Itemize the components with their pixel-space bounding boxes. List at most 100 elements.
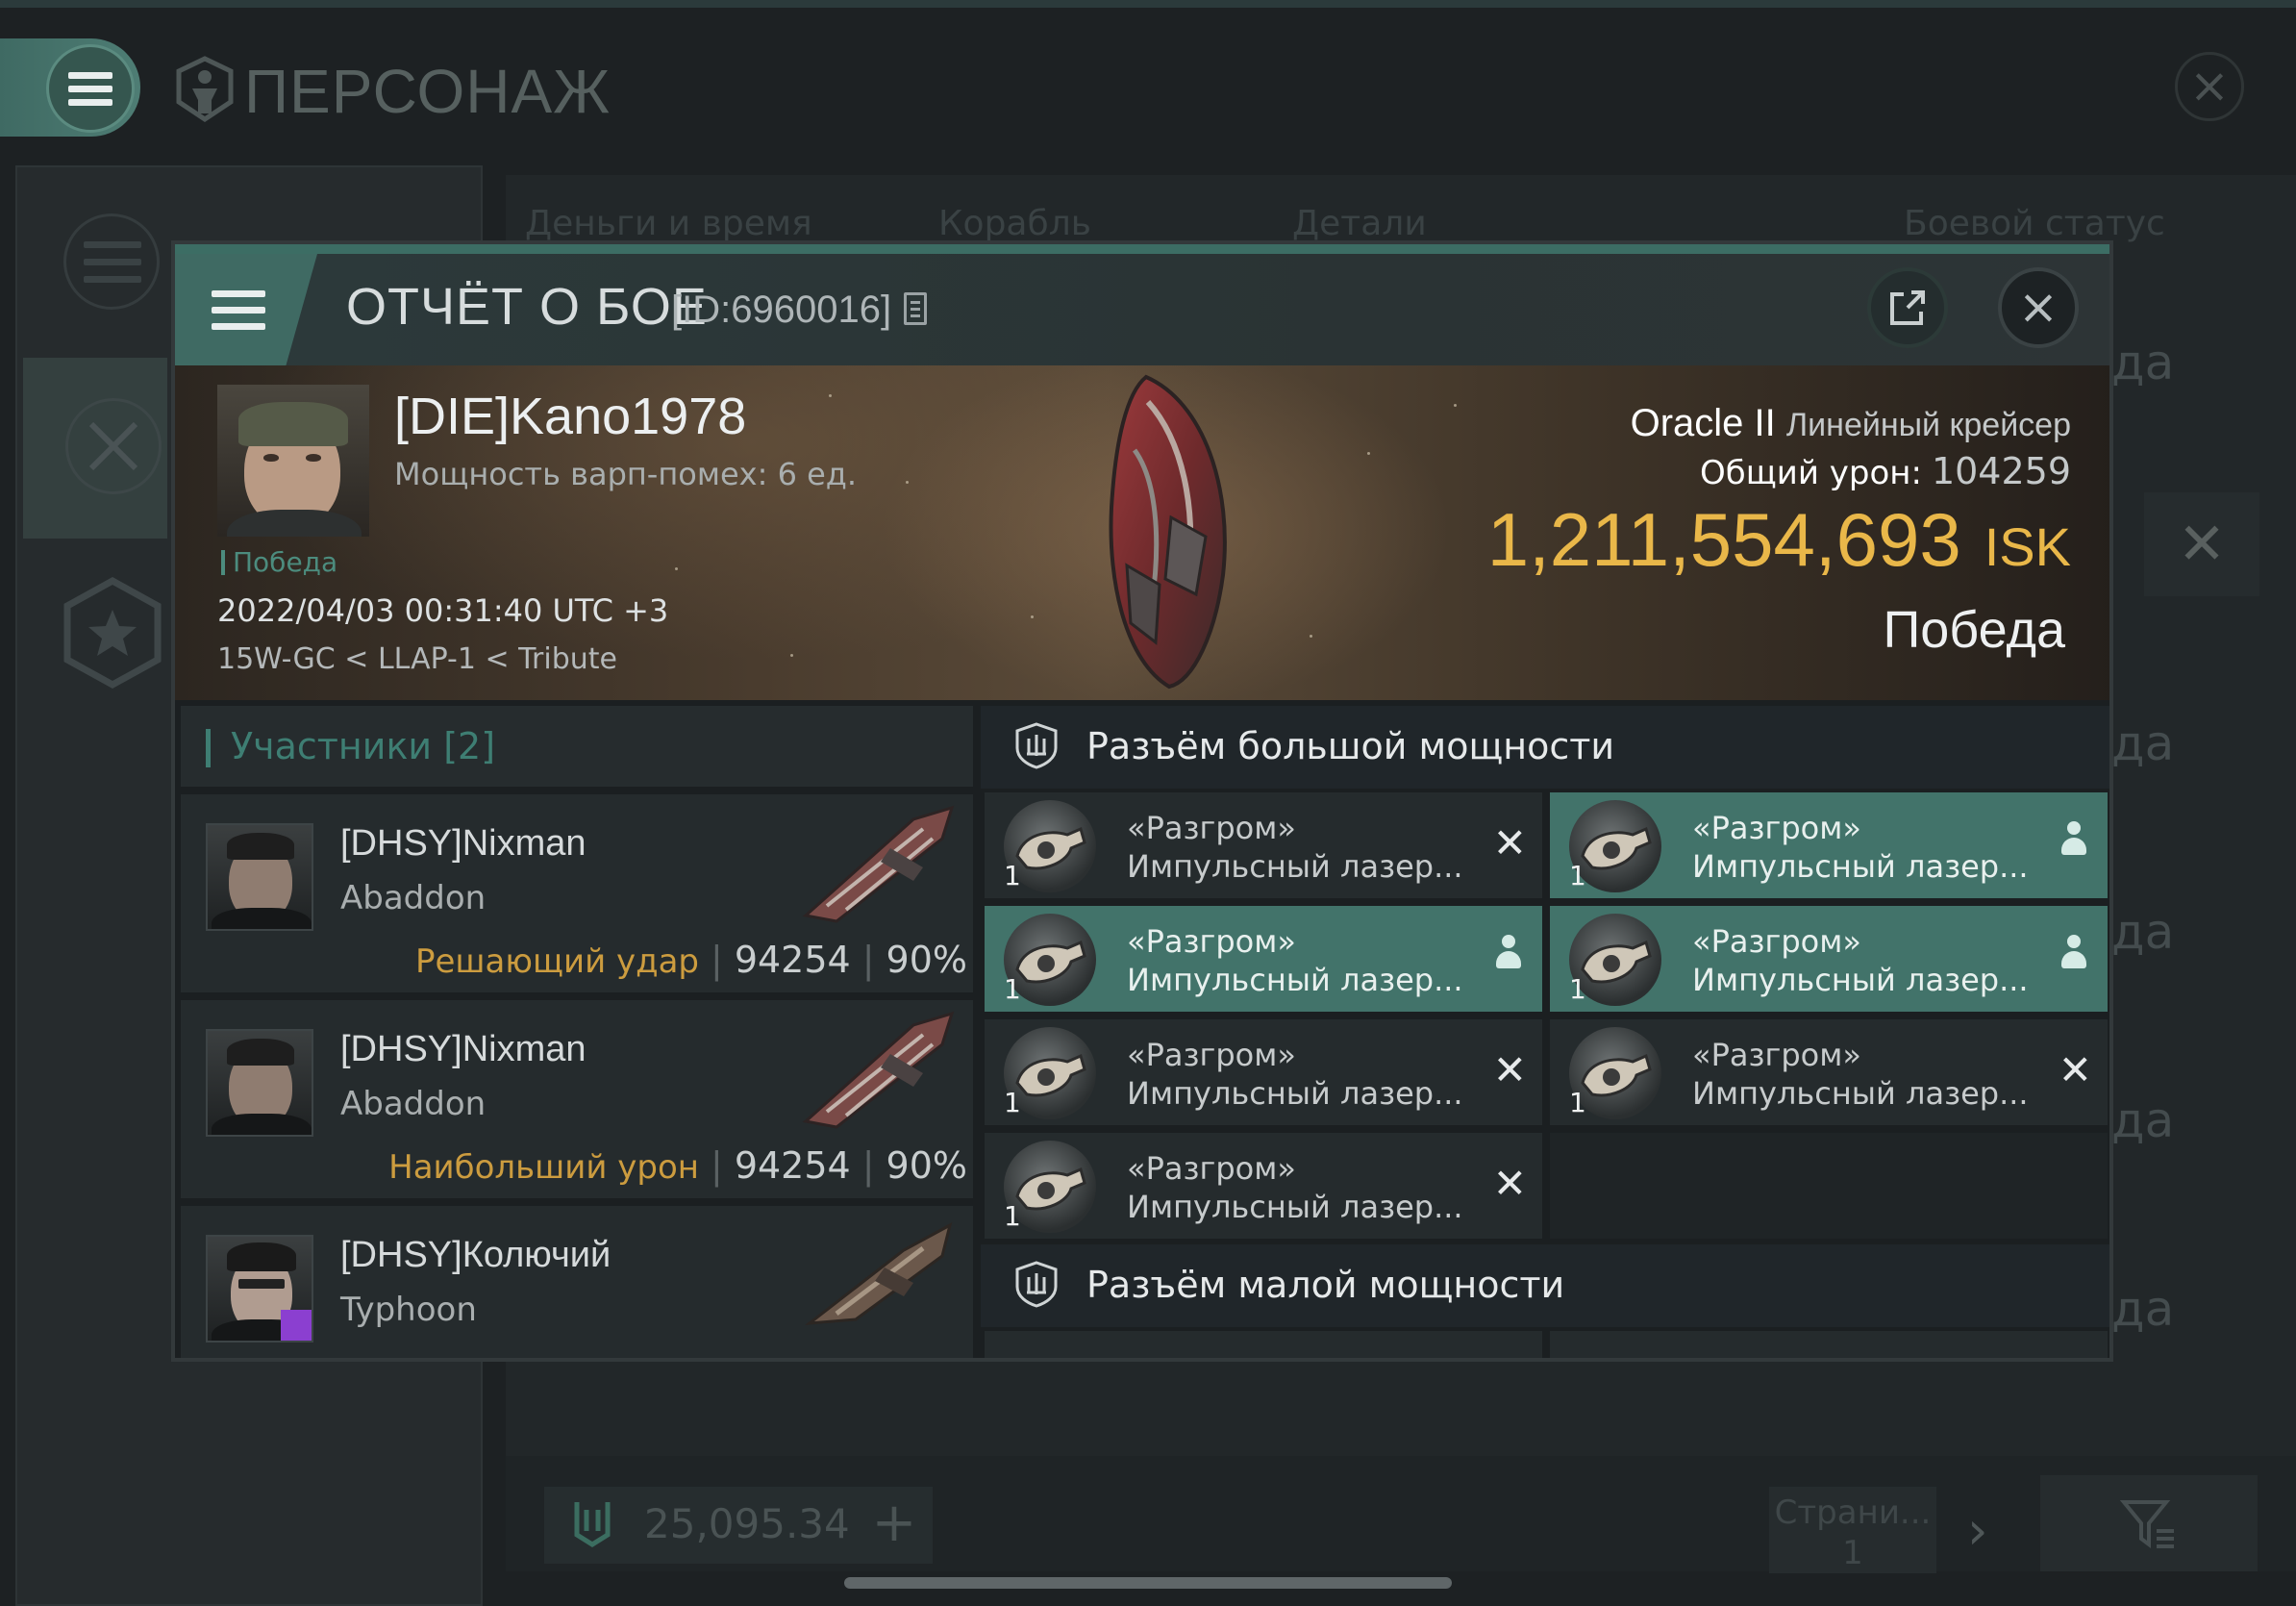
victim-ship-name[interactable]: Oracle II [1631, 402, 1776, 444]
row-status: да [2111, 1092, 2175, 1148]
column-money-time[interactable]: Деньги и время [525, 204, 812, 243]
character-icon [176, 56, 234, 123]
shield-slot-icon [1015, 1261, 1058, 1308]
participants-label: Участники [231, 725, 433, 767]
row-status: да [2111, 715, 2175, 771]
add-funds-button[interactable]: + [865, 1494, 923, 1552]
combat-tab-button[interactable] [65, 398, 162, 494]
participant-name[interactable]: [DHSY]Nixman [340, 1029, 586, 1070]
crossed-swords-icon [88, 421, 138, 471]
column-ship[interactable]: Корабль [938, 204, 1091, 243]
participants-title: Участники [2] [231, 725, 495, 767]
copy-icon[interactable] [904, 292, 927, 325]
participant-role: Решающий удар [414, 942, 700, 981]
report-close-button[interactable]: × [1998, 267, 2079, 348]
isk-value-line: 1,211,554,693 ISK [1487, 496, 2071, 584]
participant-portrait[interactable] [206, 1029, 313, 1137]
filter-icon [2119, 1500, 2174, 1548]
module-type: Импульсный лазер... [1127, 1189, 1463, 1225]
stat-divider: | [711, 939, 723, 981]
module-quantity: 1 [1004, 860, 1021, 891]
tools-button[interactable]: ✕ [2144, 492, 2259, 596]
window-close-button[interactable]: × [2175, 52, 2244, 121]
pilot-portrait [217, 385, 369, 537]
stat-divider: | [861, 939, 875, 981]
module-item[interactable]: 1 «Разгром» Импульсный лазер... [1550, 792, 2108, 898]
plus-icon: + [871, 1492, 917, 1554]
participant-ship-image [802, 805, 955, 923]
modal-accent-line [175, 244, 2109, 254]
module-type: Импульсный лазер... [1127, 848, 1463, 885]
victim-ship-image [1109, 374, 1227, 690]
participant-portrait[interactable] [206, 1235, 313, 1343]
module-quantity: 1 [1004, 1200, 1021, 1232]
module-item[interactable]: 1 «Разгром» Импульсный лазер... ✕ [985, 1019, 1542, 1125]
module-item[interactable]: 1 «Разгром» Импульсный лазер... ✕ [1550, 1019, 2108, 1125]
low-slots-title: Разъём малой мощности [1086, 1264, 1565, 1306]
pilot-name[interactable]: [DIE]Kano1978 [394, 387, 746, 446]
close-icon: × [2189, 58, 2230, 113]
module-item[interactable]: 1 «Разгром» Импульсный лазер... [985, 906, 1542, 1012]
stat-divider: | [861, 1144, 875, 1187]
column-details[interactable]: Детали [1292, 204, 1427, 243]
isk-value: 1,211,554,693 [1486, 497, 1961, 582]
participant-damage: 94254 [734, 1144, 851, 1187]
chevron-right-icon: › [1967, 1500, 1988, 1561]
close-icon: × [2018, 279, 2059, 335]
dropped-person-icon [2059, 935, 2088, 973]
participant-name[interactable]: [DHSY]Колючий [340, 1235, 611, 1276]
kill-banner: [DIE]Kano1978 Мощность варп-помех: 6 ед.… [175, 365, 2109, 700]
module-quantity: 1 [1569, 1087, 1586, 1118]
participant-ship[interactable]: Typhoon [340, 1291, 477, 1329]
module-name: «Разгром» [1127, 923, 1296, 960]
star-icon [63, 577, 162, 689]
share-icon [1890, 290, 1925, 325]
module-item-partial[interactable] [1550, 1331, 2108, 1358]
page-selector[interactable]: Страни... 1 [1769, 1487, 1936, 1573]
module-name: «Разгром» [1692, 923, 1861, 960]
participant-ship[interactable]: Abaddon [340, 1085, 486, 1123]
column-combat-status[interactable]: Боевой статус [1904, 204, 2165, 243]
participant-ship[interactable]: Abaddon [340, 879, 486, 917]
next-page-button[interactable]: › [1967, 1500, 1988, 1561]
empty-slot [1550, 1133, 2108, 1239]
report-title: ОТЧЁТ О БОЕ [346, 278, 708, 336]
participant-ship-image [805, 1222, 953, 1325]
omega-badge [281, 1310, 312, 1341]
participant-stats: Решающий удар | 94254 | 90% [415, 939, 967, 981]
participant-name[interactable]: [DHSY]Nixman [340, 823, 586, 865]
victory-tag: Победа [233, 546, 338, 578]
module-name: «Разгром» [1692, 1037, 1861, 1073]
kill-location[interactable]: 15W-GC < LLAP-1 < Tribute [217, 642, 617, 676]
page-number: 1 [1842, 1534, 1863, 1572]
module-name: «Разгром» [1127, 810, 1296, 846]
dropped-person-icon [2059, 821, 2088, 860]
achievements-tab-button[interactable] [60, 575, 165, 690]
share-button[interactable] [1867, 267, 1948, 348]
main-menu-button[interactable] [46, 44, 135, 133]
participant-percent: 90% [886, 939, 967, 981]
module-item-partial[interactable] [985, 1331, 1542, 1358]
module-item[interactable]: 1 «Разгром» Импульсный лазер... [1550, 906, 2108, 1012]
tools-icon: ✕ [2177, 511, 2227, 578]
kill-result: Победа [1883, 601, 2065, 659]
window-title: ПЕРСОНАЖ [244, 57, 611, 126]
module-item[interactable]: 1 «Разгром» Импульсный лазер... ✕ [985, 1133, 1542, 1239]
module-type: Импульсный лазер... [1692, 1075, 2029, 1112]
module-type: Импульсный лазер... [1692, 962, 2029, 998]
module-type: Импульсный лазер... [1692, 848, 2029, 885]
module-item[interactable]: 1 «Разгром» Импульсный лазер... ✕ [985, 792, 1542, 898]
warp-disrupt-strength: Мощность варп-помех: 6 ед. [394, 456, 858, 492]
participant-ship-image [802, 1011, 955, 1129]
total-damage: Общий урон: 104259 [1700, 450, 2071, 492]
participant-portrait[interactable] [206, 823, 313, 931]
module-quantity: 1 [1004, 1087, 1021, 1118]
sidebar-menu-button[interactable] [63, 213, 160, 310]
isk-currency: ISK [1984, 516, 2071, 577]
total-damage-label: Общий урон: [1699, 454, 1922, 492]
stat-divider: | [711, 1144, 723, 1187]
menu-icon [84, 241, 141, 284]
filter-button[interactable] [2040, 1475, 2258, 1571]
high-slots-title: Разъём большой мощности [1086, 725, 1615, 767]
horizontal-scrollbar[interactable] [844, 1577, 1452, 1589]
